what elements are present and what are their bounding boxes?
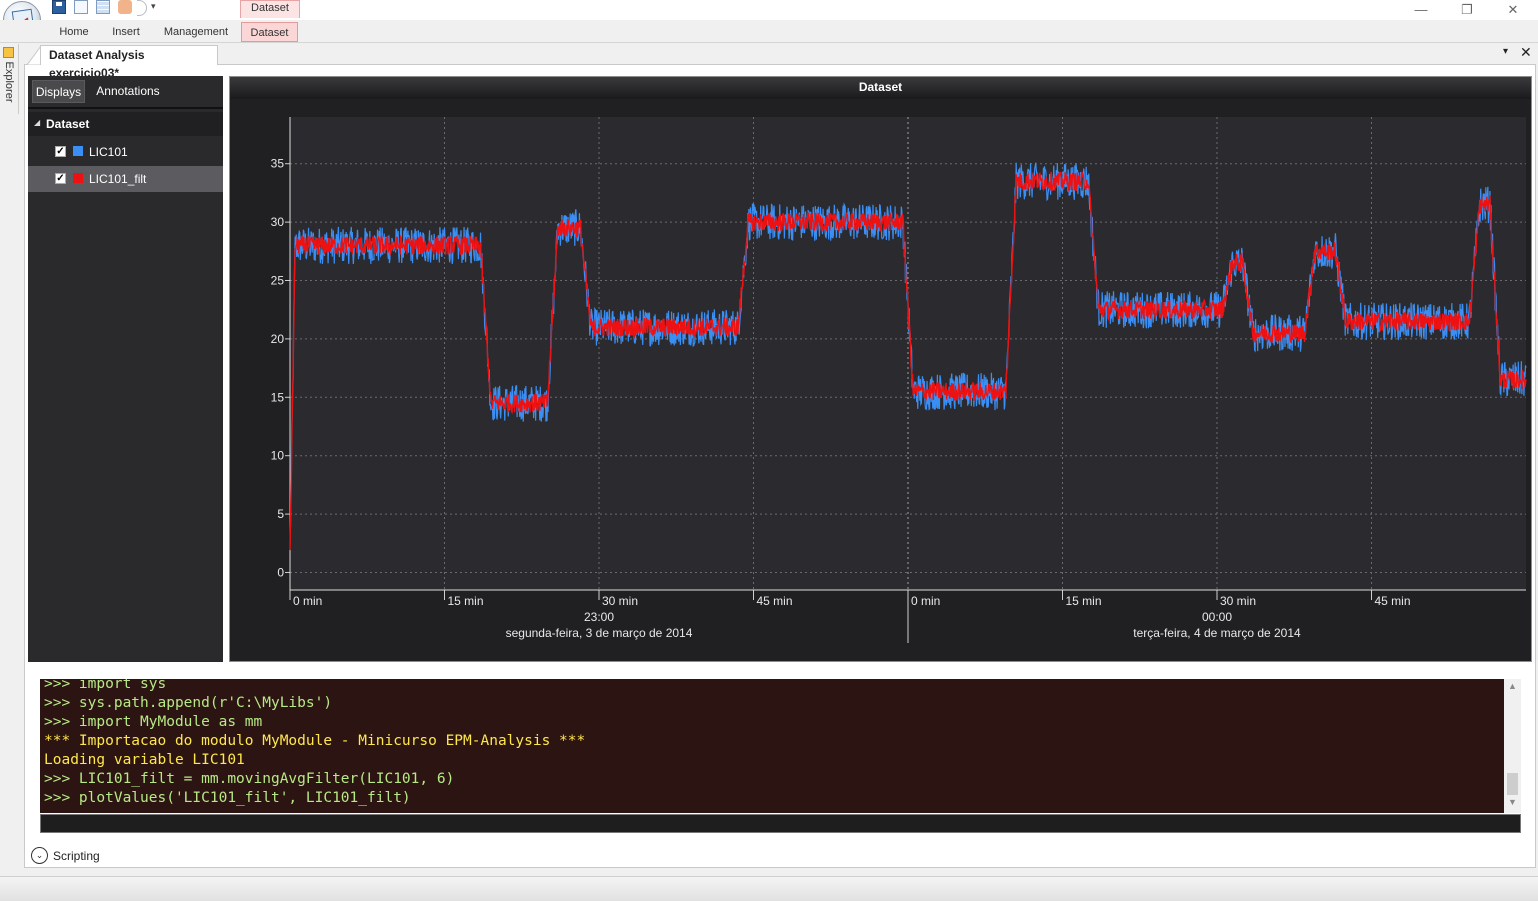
quick-access-dropdown-icon[interactable]: ▾ [151,1,156,12]
chart-icon[interactable] [74,0,88,14]
x-tick-label: 0 min [293,594,322,608]
scroll-up-icon[interactable]: ▲ [1506,681,1519,695]
ribbon-divider [0,42,1538,43]
checkbox-lic101[interactable]: ✓ [55,146,66,157]
tab-annotations[interactable]: Annotations [88,80,168,103]
console-line: >>> LIC101_filt = mm.movingAvgFilter(LIC… [44,771,455,787]
console-line: >>> sys.path.append(r'C:\MyLibs') [44,695,333,711]
tab-dataset[interactable]: Dataset [241,22,298,42]
scripting-toggle-icon[interactable]: ⌄ [31,847,48,864]
x-tick-label: 45 min [757,594,793,608]
y-tick-label: 0 [277,565,284,579]
console-line: *** Importacao do modulo MyModule - Mini… [44,733,586,749]
x-major-date-label: segunda-feira, 3 de março de 2014 [506,626,693,640]
y-tick-label: 10 [271,449,285,463]
y-tick-label: 30 [271,215,285,229]
dataset-chart[interactable]: 0 5 10 15 20 25 30 35 0 min 15 min 30 min 45 min 0 m… [230,99,1531,661]
x-major-date-label: terça-feira, 4 de março de 2014 [1133,626,1301,640]
x-tick-label: 30 min [602,594,638,608]
x-tick-label: 15 min [1066,594,1102,608]
tree-item-label: LIC101 [89,145,128,159]
scroll-thumb[interactable] [1507,773,1518,795]
x-major-time-label: 00:00 [1202,610,1232,624]
checkbox-lic101-filt[interactable]: ✓ [55,173,66,184]
title-bar [0,0,1538,20]
chart-title: Dataset [858,80,903,94]
y-tick-label: 35 [271,157,285,171]
tree-root-dataset[interactable]: Dataset [46,117,89,131]
console-line: >>> import MyModule as mm [44,714,263,730]
scripting-console[interactable]: >>> import sys >>> sys.path.append(r'C:\M… [40,679,1504,813]
close-window-button[interactable]: ✕ [1502,2,1524,18]
document-menu-icon[interactable]: ▾ [1503,46,1508,57]
tree-item-label: LIC101_filt [89,172,147,186]
x-tick-label: 15 min [448,594,484,608]
x-tick-label: 0 min [911,594,940,608]
y-tick-label: 5 [277,507,284,521]
console-line: >>> import sys [44,679,167,692]
series-color-swatch [73,146,83,156]
document-close-icon[interactable]: ✕ [1520,44,1532,61]
table-icon[interactable] [96,0,110,14]
x-tick-label: 30 min [1220,594,1256,608]
status-bar [0,876,1538,901]
x-major-time-label: 23:00 [584,610,614,624]
explorer-label[interactable]: Explorer [3,57,15,107]
restore-button[interactable]: ❐ [1456,2,1478,18]
tab-home[interactable]: Home [52,22,96,42]
scroll-down-icon[interactable]: ▼ [1506,797,1519,811]
x-tick-label: 45 min [1375,594,1411,608]
y-tick-label: 20 [271,332,285,346]
context-tab-header: Dataset [240,0,300,18]
series-color-swatch [73,173,83,183]
save-icon[interactable] [52,0,66,14]
panel-tab-divider [28,107,223,109]
document-tab[interactable]: Dataset Analysis exercicio03* [40,45,218,80]
tab-management[interactable]: Management [158,22,234,42]
console-line: >>> plotValues('LIC101_filt', LIC101_fil… [44,790,411,806]
tab-insert[interactable]: Insert [104,22,148,42]
minimize-button[interactable]: — [1410,2,1432,18]
y-tick-label: 25 [271,274,285,288]
console-line: Loading variable LIC101 [44,752,245,768]
scripting-label[interactable]: Scripting [53,849,100,863]
console-input[interactable] [40,814,1521,833]
tab-displays[interactable]: Displays [32,80,85,103]
brush-icon[interactable] [118,0,132,14]
collapse-arrow-icon[interactable]: ◢ [34,118,40,127]
y-tick-label: 15 [271,390,285,404]
